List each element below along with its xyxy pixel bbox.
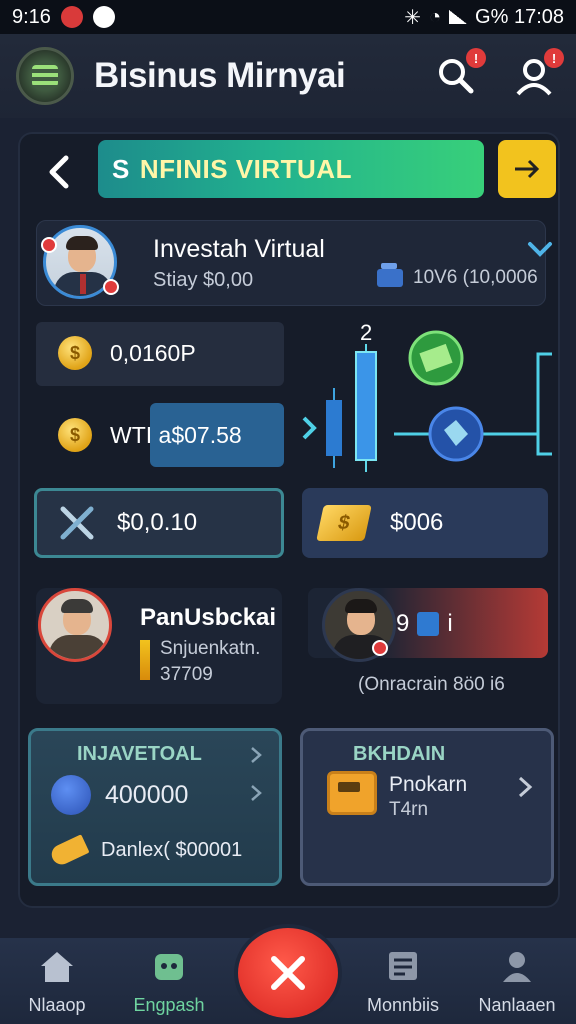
tools-value: $0,0.10	[117, 509, 198, 536]
bluetooth-icon: ✳	[404, 6, 421, 29]
avatar	[38, 588, 112, 662]
gold-value: $006	[390, 509, 444, 536]
balance-value-1: 0,0160P	[110, 339, 196, 366]
coin-icon: $	[58, 336, 92, 370]
status-dot-icon	[41, 237, 57, 253]
tile-footer: Danlex( $00001	[101, 839, 243, 861]
nav-label: Nlaaop	[28, 995, 86, 1015]
gold-coin-icon: $	[316, 505, 372, 541]
profile-subtitle: Stiay $0,00	[153, 269, 254, 291]
profile-balance: 10V6 (10,0006	[377, 263, 538, 289]
close-fab-button[interactable]	[238, 928, 338, 1018]
profile-button[interactable]: !	[514, 48, 564, 96]
chevron-down-icon[interactable]	[527, 239, 553, 259]
balance-value-2: WTI a$07.58	[110, 421, 242, 448]
bot-icon	[155, 954, 183, 980]
virtual-banner[interactable]: S NFINIS VIRTUAL	[98, 140, 484, 198]
wallet-icon	[377, 263, 403, 287]
profile-badge: !	[544, 48, 564, 68]
tools-card[interactable]: $0,0.10	[34, 488, 284, 558]
person-card[interactable]: PanUsbckai Snjuenkatn. 37709	[36, 588, 282, 704]
nav-engpash[interactable]: Engpash	[114, 948, 224, 1016]
wifi-icon: ◔	[428, 5, 442, 28]
person2-value: 9 i	[396, 610, 453, 638]
coin-icon: $	[58, 418, 92, 452]
notification-icon	[60, 6, 83, 28]
tools-icon	[60, 506, 94, 540]
arrow-right-icon	[515, 159, 540, 179]
app-notification-icon	[92, 6, 115, 28]
nav-label: Monnbiis	[366, 995, 440, 1015]
medal-icon	[140, 640, 150, 680]
main-panel: S NFINIS VIRTUAL Investah Virtual Stiay …	[18, 132, 560, 908]
person-icon	[503, 952, 531, 982]
person2-caption: (Onracrain 8ö0 i6	[358, 674, 505, 695]
candle-bar	[326, 400, 342, 456]
logo-icon	[32, 65, 58, 87]
person-card-2[interactable]: 9 i (Onracrain 8ö0 i6	[302, 588, 548, 704]
profile-card[interactable]: Investah Virtual Stiay $0,00 10V6 (10,00…	[36, 220, 552, 306]
search-button[interactable]: !	[436, 48, 486, 96]
profile-balance-value: 10V6 (10,0006	[413, 267, 538, 288]
person2-number: 9	[396, 610, 410, 637]
person-name: PanUsbckai	[140, 604, 277, 631]
status-time: 9:16	[12, 5, 51, 28]
status-dot-icon	[103, 279, 119, 295]
chip-icon	[417, 612, 440, 636]
nav-monnbiis[interactable]: Monnbiis	[348, 948, 458, 1016]
nav-home[interactable]: Nlaaop	[2, 948, 112, 1016]
person-value: 37709	[160, 664, 213, 685]
banner-lead: S	[112, 153, 130, 184]
close-icon	[271, 956, 305, 990]
nav-label: Nanlaaen	[478, 995, 556, 1015]
tile-line-1: Pnokarn	[389, 773, 468, 796]
printer-icon	[327, 771, 377, 815]
app-header: Bisinus Mirnyai ! !	[0, 34, 576, 118]
banner-text: NFINIS VIRTUAL	[139, 153, 352, 184]
key-icon	[48, 833, 90, 868]
investment-tile[interactable]: INJAVETOAL 400000 Danlex( $00001	[28, 728, 282, 886]
profile-name: Investah Virtual	[153, 235, 325, 263]
price-chart: 2	[302, 322, 552, 472]
status-dot-icon	[372, 640, 388, 656]
status-right-text: G% 17:08	[475, 5, 564, 28]
signal-icon	[449, 10, 468, 24]
nav-label: Engpash	[133, 995, 205, 1015]
tile-title: BKHDAIN	[353, 743, 446, 765]
person2-suffix: i	[447, 610, 453, 637]
chart-arrow-icon	[302, 416, 317, 440]
tile-amount: 400000	[105, 780, 189, 809]
person-subtitle: Snjuenkatn.	[160, 638, 261, 659]
app-logo	[16, 47, 74, 105]
balance-row-2[interactable]: $ WTI a$07.58	[58, 418, 242, 452]
back-button[interactable]	[38, 150, 78, 194]
app-title: Bisinus Mirnyai	[94, 56, 346, 95]
candle-bar	[355, 351, 377, 461]
tile-line-2: T4rn	[389, 799, 429, 820]
tile-title: INJAVETOAL	[77, 743, 202, 765]
search-badge: !	[466, 48, 486, 68]
chevron-right-icon[interactable]	[249, 745, 263, 765]
status-bar: 9:16 ✳ ◔ G% 17:08	[0, 0, 576, 34]
blockchain-tile[interactable]: BKHDAIN Pnokarn T4rn	[300, 728, 554, 886]
chevron-right-icon[interactable]	[517, 775, 533, 799]
chevron-left-icon	[49, 155, 69, 189]
home-icon	[41, 952, 73, 982]
next-button[interactable]	[498, 140, 556, 198]
balance-row-1[interactable]: $ 0,0160P	[58, 336, 196, 370]
chevron-right-icon[interactable]	[249, 783, 263, 803]
nav-nanlaaen[interactable]: Nanlaaen	[462, 948, 572, 1016]
gold-card[interactable]: $ $006	[302, 488, 548, 558]
chart-marker-label: 2	[360, 322, 372, 345]
document-icon	[389, 952, 417, 980]
blue-coin-icon	[51, 775, 91, 815]
